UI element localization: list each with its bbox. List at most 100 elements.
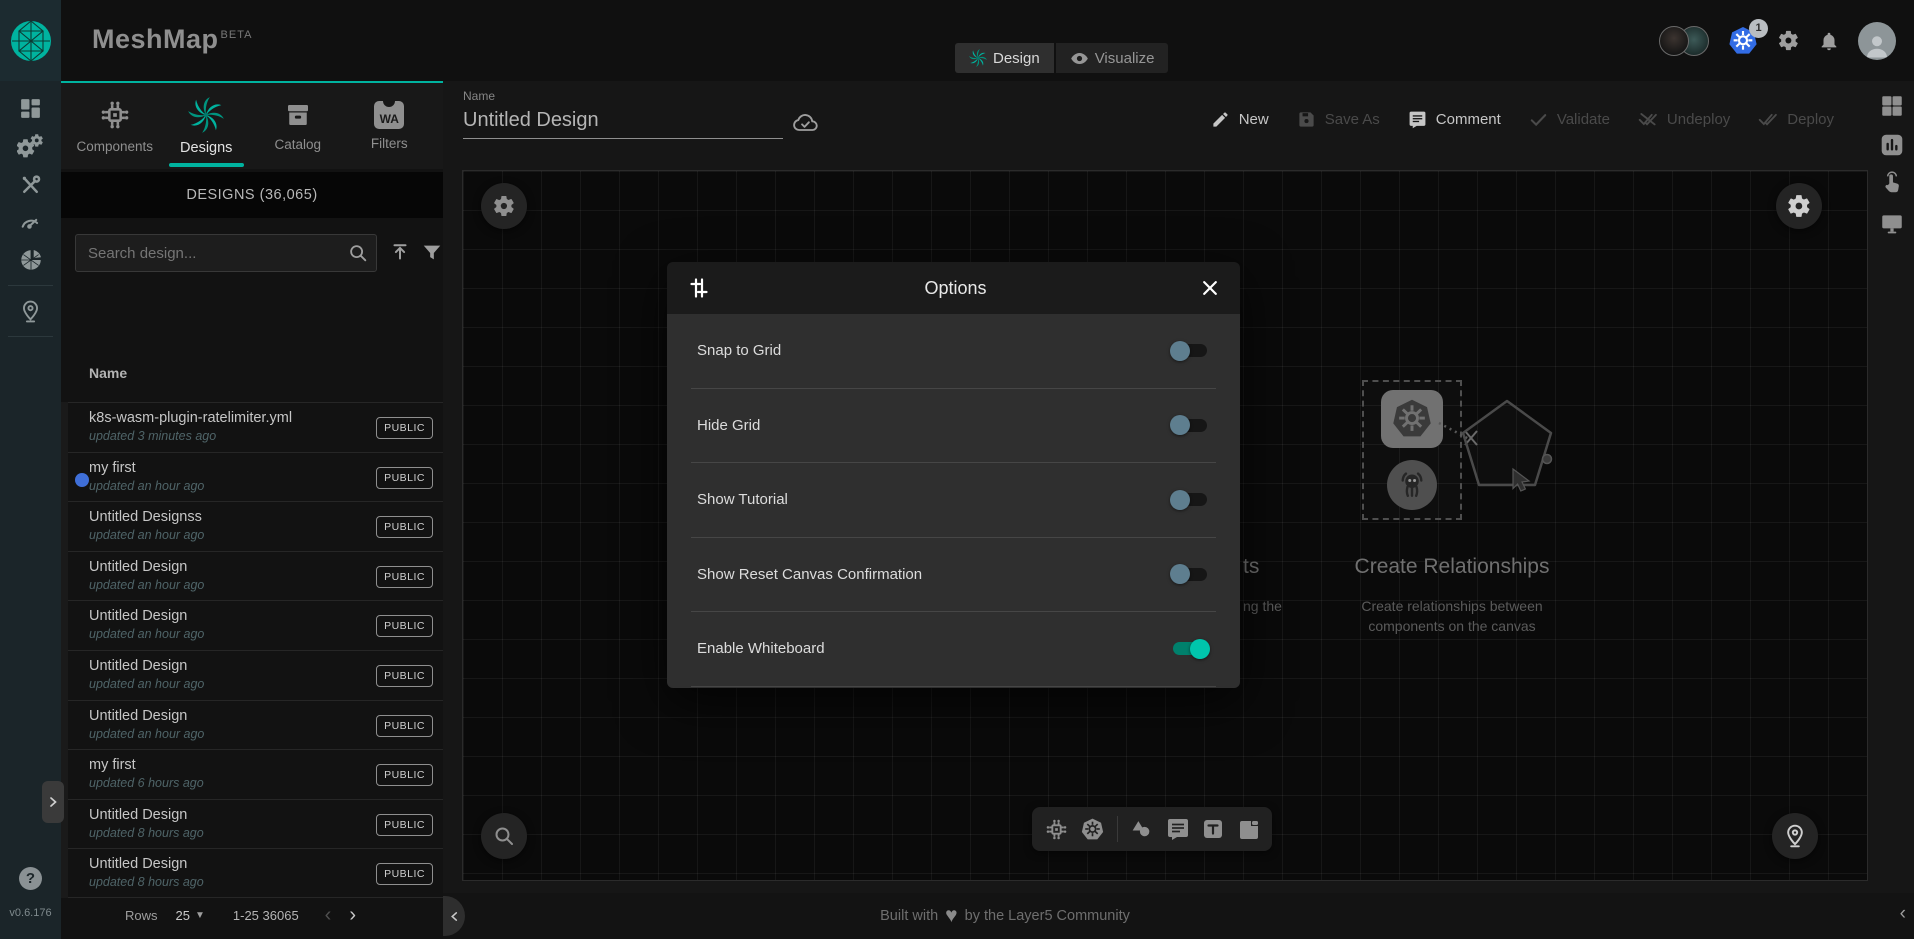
design-list-item[interactable]: Untitled Designss updated an hour ago PU… [68,501,443,551]
deploy-button[interactable]: Deploy [1758,109,1834,129]
save-as-button[interactable]: Save As [1297,110,1380,129]
design-list-item[interactable]: Untitled Design updated an hour ago PUBL… [68,551,443,601]
design-visibility-badge: PUBLIC [376,863,433,885]
tab-catalog[interactable]: Catalog [252,83,344,169]
kubernetes-context-button[interactable]: 1 [1727,25,1759,57]
canvas-view-rail [1875,93,1909,236]
design-list-item[interactable]: my first updated 6 hours ago PUBLIC [68,749,443,799]
caret-down-icon: ▼ [195,910,205,921]
rows-per-page-select[interactable]: 25▼ [176,908,205,923]
toggle-switch[interactable] [1170,564,1210,584]
toggle-knob [1170,341,1190,361]
design-list-item[interactable]: Untitled Design updated an hour ago PUBL… [68,600,443,650]
toggle-switch[interactable] [1170,490,1210,510]
dock-text-tool[interactable] [1201,817,1225,841]
design-actions-toolbar: New Save As Comment Validate Undeploy [1211,109,1834,129]
next-page-button[interactable]: › [349,904,356,927]
collaborator-avatar-1[interactable] [1659,26,1689,56]
collaborator-avatars [1659,26,1709,56]
comment-button[interactable]: Comment [1408,110,1501,129]
person-icon [1862,30,1892,60]
options-list: Snap to Grid Hide Grid Show Tutorial Sho… [667,314,1240,688]
dock-components-tool[interactable] [1044,817,1069,842]
dock-comment-tool[interactable] [1166,817,1190,841]
design-visibility-badge: PUBLIC [376,417,433,439]
tab-visualize[interactable]: Visualize [1056,43,1169,73]
canvas-settings-button[interactable] [1776,183,1822,229]
dock-media-tool[interactable] [1237,817,1261,841]
chart-view-button[interactable] [1879,132,1905,158]
mode-toggle: Design Visualize [955,43,1168,73]
shapes-icon [1129,817,1154,842]
validate-button[interactable]: Validate [1529,110,1610,129]
interact-mode-button[interactable] [1879,171,1905,197]
dock-shapes-tool[interactable] [1129,817,1154,842]
design-list-item[interactable]: Untitled Design updated an hour ago PUBL… [68,700,443,750]
option-row: Hide Grid [691,389,1216,464]
floppy-icon [1297,110,1316,129]
design-pinwheel-icon [969,49,987,67]
grid-view-button[interactable] [1879,93,1905,119]
tutorial-title: Create Relationships [1302,555,1602,579]
dock-kubernetes-tool[interactable] [1080,817,1105,842]
grid-icon [1879,93,1905,119]
pagination-range: 1-25 36065 [233,908,299,923]
canvas-zoom-button[interactable] [481,813,527,859]
chevron-right-icon [47,796,59,808]
tab-catalog-label: Catalog [274,137,321,152]
prev-page-button[interactable]: ‹ [325,904,332,927]
close-modal-button[interactable] [1200,278,1220,298]
toggle-switch[interactable] [1170,341,1210,361]
settings-button[interactable] [1777,29,1800,52]
tab-components[interactable]: Components [69,83,161,169]
hidden-tutorial-line-fragment: ng the [1243,598,1282,614]
notifications-button[interactable] [1818,30,1840,52]
nav-dashboard[interactable] [0,89,61,127]
gears-icon [17,133,44,160]
design-name-field: Name [463,89,803,139]
new-design-button[interactable]: New [1211,110,1269,129]
upload-design-button[interactable] [389,242,411,264]
context-count-badge: 1 [1749,19,1768,38]
double-check-icon [1758,109,1778,129]
validate-label: Validate [1557,111,1610,128]
design-name-input[interactable] [463,103,783,139]
search-input[interactable] [75,234,377,272]
canvas-pin-button[interactable] [1772,813,1818,859]
design-visibility-badge: PUBLIC [376,665,433,687]
profile-avatar[interactable] [1858,22,1896,60]
undeploy-button[interactable]: Undeploy [1638,109,1730,129]
tab-designs[interactable]: Designs [161,83,253,169]
canvas-dock [1032,807,1272,851]
tab-visualize-label: Visualize [1095,50,1155,67]
designs-panel: Components Designs Catalog WA Filters DE… [61,81,443,939]
search-icon[interactable] [347,242,369,264]
toggle-switch[interactable] [1170,639,1210,659]
collapse-right-button[interactable]: ‹ [1900,903,1906,925]
canvas-shapes-button[interactable] [481,183,527,229]
toggle-knob [1190,639,1210,659]
built-with-credit: Built with ♥ by the Layer5 Community [855,893,1155,939]
panel-expander-button[interactable] [42,781,64,823]
nav-meshmap[interactable] [0,292,61,330]
help-button[interactable]: ? [19,867,42,890]
filter-button[interactable] [421,242,443,264]
nav-extensions[interactable] [0,241,61,279]
canvas-bottom-bar: Built with ♥ by the Layer5 Community ‹ [443,893,1914,939]
toggle-switch[interactable] [1170,415,1210,435]
option-label: Show Reset Canvas Confirmation [697,566,922,583]
design-list-item[interactable]: k8s-wasm-plugin-ratelimiter.yml updated … [68,402,443,452]
collapse-left-handle[interactable] [443,896,465,936]
nav-performance[interactable] [0,203,61,241]
tab-filters[interactable]: WA Filters [344,83,436,169]
design-list-item[interactable]: Untitled Design updated an hour ago PUBL… [68,650,443,700]
design-list-item[interactable]: my first updated an hour ago PUBLIC [68,452,443,502]
design-list-item[interactable]: Untitled Design updated 8 hours ago PUBL… [68,799,443,849]
meshery-logo[interactable] [0,0,61,81]
dashboard-icon [18,96,43,121]
display-mode-button[interactable] [1879,210,1905,236]
gauge-icon [18,210,43,235]
nav-lifecycle[interactable] [0,127,61,165]
nav-configuration[interactable] [0,165,61,203]
tab-design[interactable]: Design [955,43,1054,73]
